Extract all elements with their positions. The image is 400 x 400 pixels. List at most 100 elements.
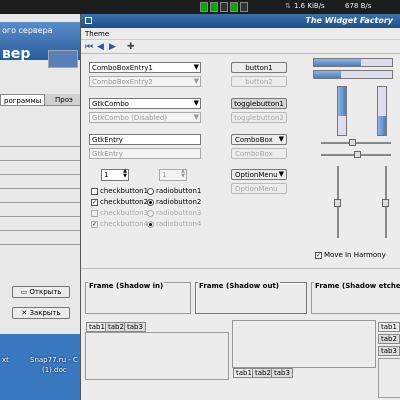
bg-tab-other[interactable]: Проэ (52, 94, 76, 106)
open-button[interactable]: ▭ Открыть (12, 286, 70, 298)
divider (0, 188, 80, 189)
add-icon[interactable]: ✚ (127, 42, 135, 52)
spin-arrows-icon: ▲ ▼ (181, 168, 185, 179)
optionmenu[interactable]: OptionMenu ▼ (231, 169, 287, 180)
checkbutton-1[interactable] (91, 188, 98, 195)
combobox-label: ComboBox (235, 136, 273, 144)
radiobutton-1[interactable] (147, 188, 154, 195)
checkbutton-3 (91, 210, 98, 217)
progress-bar-v1 (337, 86, 347, 136)
spin-value: 1 (104, 171, 109, 179)
top-panel: ⇅ 1.6 KiB/s 678 B/s (0, 0, 400, 14)
bg-tab-programs[interactable]: рограммы (0, 94, 46, 106)
progress-fill (378, 115, 386, 135)
first-icon[interactable]: ⏮ (85, 42, 93, 52)
gtkcombo[interactable]: GtkCombo ▼ (89, 98, 201, 109)
hscale-thumb[interactable] (349, 139, 356, 146)
optionmenu-disabled-label: OptionMenu (235, 185, 278, 193)
menu-theme[interactable]: Theme (85, 30, 109, 38)
desktop-icon-label[interactable]: Snap77.ru - С (30, 356, 78, 364)
spin-arrows-icon[interactable]: ▲ ▼ (123, 169, 127, 179)
notebook-c-tab-3[interactable]: tab3 (378, 346, 400, 356)
checkbutton-4: ✓ (91, 221, 98, 228)
bg-window-title: ого сервера (2, 26, 53, 35)
checkbutton-4-label: checkbutton4 (100, 220, 149, 228)
combobox[interactable]: ComboBox ▼ (231, 134, 287, 145)
divider (0, 174, 80, 175)
window-menu-icon[interactable] (85, 17, 92, 24)
button-1[interactable]: button1 (231, 62, 287, 73)
chevron-down-icon[interactable]: ▼ (279, 135, 284, 143)
chevron-down-icon[interactable]: ▼ (279, 170, 284, 178)
window-title: The Widget Factory (305, 16, 393, 25)
combobox-entry-1[interactable]: ComboBoxEntry1 ▼ (89, 62, 201, 73)
divider (0, 160, 80, 161)
vscale-thumb[interactable] (382, 199, 389, 207)
close-icon: ✕ (21, 309, 28, 317)
combobox-disabled-label: ComboBox (235, 150, 273, 158)
checkbutton-3-label: checkbutton3 (100, 209, 149, 217)
move-in-harmony-label: Move In Harmony (324, 251, 386, 259)
gtkentry-disabled-text: GtkEntry (92, 150, 123, 158)
progress-fill (314, 71, 342, 78)
desktop-icon-label[interactable]: (1).doc (42, 366, 67, 374)
divider (0, 230, 80, 231)
notebook-c-tab-1[interactable]: tab1 (378, 322, 400, 332)
workspace-4-icon[interactable] (230, 2, 238, 12)
combobox-entry-2: ComboBoxEntry2 ▼ (89, 76, 201, 87)
workspace-5-icon[interactable] (240, 2, 248, 12)
frame-shadow-in: Frame (Shadow in) (85, 282, 191, 314)
radiobutton-2[interactable] (147, 199, 154, 206)
optionmenu-disabled: OptionMenu (231, 183, 287, 194)
close-button-label: Закрыть (29, 309, 61, 317)
net-down-text: 1.6 KiB/s (294, 2, 325, 10)
radiobutton-3 (147, 210, 154, 217)
combobox-entry-2-text: ComboBoxEntry2 (92, 78, 153, 86)
network-icon: ⇅ (285, 2, 291, 10)
background-window: ого сервера вер рограммы Проэ ▭ Открыть … (0, 14, 80, 334)
optionmenu-label: OptionMenu (235, 171, 278, 179)
togglebutton-1[interactable]: togglebutton1 (231, 98, 287, 109)
workspace-2-icon[interactable] (210, 2, 218, 12)
chevron-down-icon[interactable]: ▼ (194, 99, 199, 107)
close-button[interactable]: ✕ Закрыть (12, 307, 70, 319)
checkbutton-2-label: checkbutton2 (100, 198, 149, 206)
desktop: xt Snap77.ru - С (1).doc (0, 334, 80, 400)
checkbutton-2[interactable]: ✓ (91, 199, 98, 206)
notebook-a-tab-3[interactable]: tab3 (124, 322, 146, 332)
combobox-disabled: ComboBox (231, 148, 287, 159)
progress-bar-h1 (313, 58, 393, 67)
widget-factory-window: The Widget Factory Theme ⏮ ◀ ▶ ✚ ComboBo… (80, 14, 400, 400)
gtkcombo-text: GtkCombo (92, 100, 129, 108)
back-icon[interactable]: ◀ (97, 42, 104, 52)
progress-bar-h2 (313, 70, 393, 79)
workspace-1-icon[interactable] (200, 2, 208, 12)
divider (0, 216, 80, 217)
spin-button-disabled: 1 ▲ ▼ (159, 169, 187, 181)
workspace-3-icon[interactable] (220, 2, 228, 12)
vscale-thumb[interactable] (334, 199, 341, 207)
frame-shadow-out: Frame (Shadow out) (195, 282, 307, 314)
window-titlebar[interactable]: The Widget Factory (81, 14, 400, 28)
gtkentry-disabled: GtkEntry (89, 148, 201, 159)
forward-icon[interactable]: ▶ (109, 42, 116, 52)
gtkentry[interactable]: GtkEntry (89, 134, 201, 145)
notebook-c-panel (378, 358, 400, 398)
progress-fill (338, 87, 346, 116)
hscale-thumb[interactable] (354, 151, 361, 158)
gtkentry-text: GtkEntry (92, 136, 123, 144)
gtkcombo-disabled: GtkCombo (Disabled) ▼ (89, 112, 201, 123)
chevron-down-icon: ▼ (193, 113, 199, 121)
notebook-b-tab-3[interactable]: tab3 (271, 368, 293, 378)
notebook-c-tab-2[interactable]: tab2 (378, 334, 400, 344)
move-in-harmony-checkbox[interactable]: ✓ (315, 252, 322, 259)
separator (81, 268, 400, 269)
hscale-1[interactable] (321, 142, 391, 144)
bg-window-header: ого сервера вер (0, 22, 80, 68)
radiobutton-4-label: radiobutton4 (156, 220, 202, 228)
desktop-icon-label[interactable]: xt (2, 356, 9, 364)
chevron-down-icon[interactable]: ▼ (194, 63, 199, 71)
spin-button[interactable]: 1 ▲ ▼ (101, 169, 129, 181)
frame-shadow-etched-label: Frame (Shadow etched (314, 282, 400, 290)
togglebutton-2: togglebutton2 (231, 112, 287, 123)
